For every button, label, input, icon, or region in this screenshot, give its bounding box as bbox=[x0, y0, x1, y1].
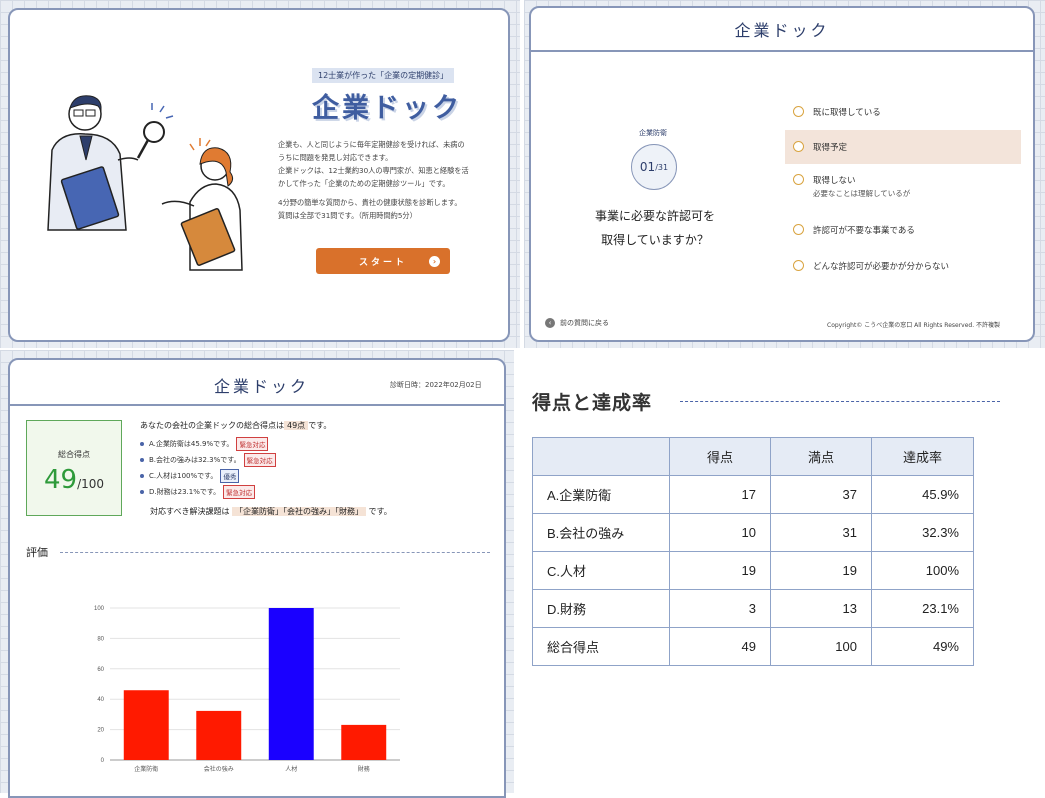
radio-icon bbox=[793, 224, 804, 235]
result-header: 企業ドック 診断日時：2022年02月02日 bbox=[10, 360, 504, 406]
back-button[interactable]: ‹ 前の質問に戻る bbox=[545, 318, 609, 328]
question-text: 事業に必要な許認可を 取得していますか？ bbox=[594, 209, 715, 247]
radio-icon bbox=[793, 260, 804, 271]
copyright: Copyright© こうべ企業の窓口 All Rights Reserved.… bbox=[827, 322, 1001, 329]
result-title: 企業ドック bbox=[214, 377, 310, 396]
y-tick-label: 40 bbox=[97, 697, 104, 703]
total-score-label: 総合得点 bbox=[58, 450, 90, 459]
table-row: 総合得点 49 100 49% bbox=[532, 627, 974, 666]
table-row: C.人材 19 19 100% bbox=[532, 551, 974, 590]
bar bbox=[268, 608, 314, 760]
y-tick-label: 80 bbox=[97, 636, 104, 642]
category-result-item: D.財務は23.1%です。 緊急対応 bbox=[140, 485, 276, 499]
bar bbox=[341, 724, 387, 760]
radio-icon bbox=[793, 106, 804, 117]
answer-option[interactable]: どんな許認可が必要かが分からない bbox=[785, 258, 1021, 280]
x-tick-label: 企業防衛 bbox=[134, 765, 158, 773]
description: 企業も、人と同じように毎年定期健診を受ければ、未病の うちに問題を発見し対応でき… bbox=[278, 140, 469, 220]
x-tick-label: 会社の強み bbox=[204, 765, 234, 773]
radio-icon bbox=[793, 141, 804, 152]
y-tick-label: 20 bbox=[97, 728, 104, 734]
y-tick-label: 100 bbox=[94, 606, 105, 612]
category-results: A.企業防衛は45.9%です。 緊急対応 B.会社の強みは32.3%です。 緊急対応… bbox=[140, 437, 276, 499]
score-table-heading: 得点と達成率 bbox=[532, 388, 1000, 415]
status-badge: 緊急対応 bbox=[243, 453, 276, 467]
x-tick-label: 人材 bbox=[285, 765, 297, 773]
app-title: 企業ドック bbox=[312, 93, 462, 124]
chevron-right-icon: › bbox=[429, 256, 440, 267]
question-category: 企業防衛 bbox=[639, 129, 667, 137]
category-result-item: C.人材は100%です。 優秀 bbox=[140, 469, 276, 483]
landing-card: 12士業が作った「企業の定期健診」 企業ドック 企業も、人と同じように毎年定期健… bbox=[8, 8, 510, 342]
category-result-item: A.企業防衛は45.9%です。 緊急対応 bbox=[140, 437, 276, 451]
score-summary: あなたの会社の企業ドックの総合得点は 49点 です。 bbox=[140, 421, 332, 430]
start-button-label: スタート bbox=[358, 257, 407, 268]
start-button[interactable]: スタート › bbox=[316, 248, 450, 274]
dotted-divider bbox=[60, 551, 490, 553]
status-badge: 緊急対応 bbox=[223, 485, 256, 499]
bar bbox=[123, 690, 169, 760]
table-row: B.会社の強み 10 31 32.3% bbox=[532, 513, 974, 552]
table-header-row: 得点 満点 達成率 bbox=[532, 437, 974, 476]
answer-option[interactable]: 許認可が不要な事業である bbox=[785, 222, 1021, 244]
chevron-left-icon: ‹ bbox=[545, 318, 555, 328]
radio-icon bbox=[793, 174, 804, 185]
evaluation-heading: 評価 bbox=[26, 544, 490, 560]
answer-option-selected[interactable]: 取得予定 bbox=[785, 130, 1021, 164]
answer-option[interactable]: 既に取得している bbox=[785, 104, 1021, 126]
issues-summary: 対応すべき解決課題は 「企業防衛」「会社の強み」「財務」 です。 bbox=[150, 507, 392, 516]
table-row: A.企業防衛 17 37 45.9% bbox=[532, 475, 974, 514]
x-tick-label: 財務 bbox=[358, 765, 370, 773]
dotted-divider bbox=[680, 401, 1000, 402]
score-table: 得点 満点 達成率 A.企業防衛 17 37 45.9% B.会社の強み 10 … bbox=[532, 437, 974, 666]
total-score-box: 総合得点 49/100 bbox=[26, 420, 122, 516]
result-card: 企業ドック 診断日時：2022年02月02日 総合得点 49/100 あなたの会… bbox=[8, 358, 506, 798]
table-row: D.財務 3 13 23.1% bbox=[532, 589, 974, 628]
status-badge: 優秀 bbox=[220, 469, 240, 483]
total-score-value: 49/100 bbox=[43, 465, 105, 495]
y-tick-label: 60 bbox=[97, 667, 104, 673]
y-tick-label: 0 bbox=[101, 758, 105, 764]
evaluation-bar-chart: 0 20 40 60 80 100 企業防衛 会社の強み 人材 財務 bbox=[94, 606, 400, 773]
status-badge: 緊急対応 bbox=[236, 437, 269, 451]
business-people-illustration bbox=[47, 95, 243, 271]
question-counter: 01/31 bbox=[631, 144, 677, 190]
question-header: 企業ドック bbox=[531, 8, 1033, 52]
tagline: 12士業が作った「企業の定期健診」 bbox=[312, 68, 455, 83]
question-card: 企業ドック 企業防衛 01/31 事業に必要な許認可を 取得していますか？ 既に… bbox=[529, 6, 1035, 342]
diagnosis-date: 診断日時：2022年02月02日 bbox=[390, 381, 482, 389]
bar bbox=[196, 710, 242, 760]
answer-option[interactable]: 取得しない 必要なことは理解しているが bbox=[785, 172, 1021, 204]
category-result-item: B.会社の強みは32.3%です。 緊急対応 bbox=[140, 453, 276, 467]
